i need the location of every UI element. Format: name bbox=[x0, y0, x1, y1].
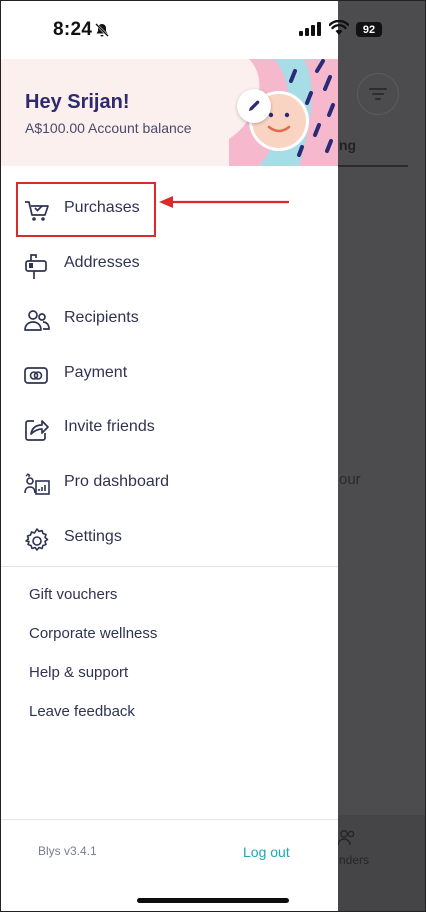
menu-item-invite-friends[interactable]: Invite friends bbox=[1, 407, 338, 451]
background-tab-underline bbox=[338, 165, 408, 167]
annotation-arrow-icon bbox=[159, 196, 289, 208]
bell-muted-icon bbox=[95, 23, 109, 37]
greeting-title: Hey Srijan! bbox=[25, 91, 130, 113]
menu-item-pro-dashboard[interactable]: Pro dashboard bbox=[1, 462, 338, 506]
menu-item-payment[interactable]: Payment bbox=[1, 353, 338, 397]
background-tab-text: ng bbox=[339, 137, 357, 153]
status-time: 8:24 bbox=[53, 19, 93, 40]
footer-divider bbox=[1, 819, 338, 820]
menu-item-addresses[interactable]: Addresses bbox=[1, 243, 338, 287]
share-icon bbox=[25, 420, 49, 441]
menu-label: Addresses bbox=[64, 254, 140, 271]
link-gift-vouchers[interactable]: Gift vouchers bbox=[29, 586, 117, 603]
link-help-support[interactable]: Help & support bbox=[29, 664, 128, 681]
pencil-icon bbox=[249, 100, 260, 111]
navigation-drawer: Hey Srijan! A$100.00 Account balance Pur… bbox=[1, 1, 338, 911]
menu-label: Settings bbox=[64, 528, 122, 545]
dashboard-icon bbox=[24, 473, 50, 495]
link-leave-feedback[interactable]: Leave feedback bbox=[29, 703, 135, 720]
link-corporate-wellness[interactable]: Corporate wellness bbox=[29, 625, 157, 642]
account-balance: A$100.00 Account balance bbox=[25, 120, 192, 136]
mailbox-icon bbox=[25, 254, 47, 279]
gear-icon bbox=[25, 528, 49, 551]
menu-label: Recipients bbox=[64, 309, 139, 326]
menu-label: Pro dashboard bbox=[64, 473, 169, 490]
edit-profile-button[interactable] bbox=[237, 89, 271, 123]
wifi-icon bbox=[329, 20, 349, 35]
background-nav-label: nders bbox=[339, 853, 370, 867]
menu-item-settings[interactable]: Settings bbox=[1, 517, 338, 561]
status-bar: 8:24 92 bbox=[1, 1, 425, 59]
home-indicator[interactable] bbox=[137, 898, 289, 903]
users-icon bbox=[24, 310, 50, 331]
logout-button[interactable]: Log out bbox=[243, 844, 290, 860]
app-version: Blys v3.4.1 bbox=[38, 844, 97, 858]
menu-label: Invite friends bbox=[64, 418, 155, 435]
app-frame: ng our nders Hey Srijan! A$100.00 Accoun… bbox=[0, 0, 426, 912]
filter-icon bbox=[357, 73, 399, 115]
background-body-text: our bbox=[339, 471, 361, 488]
battery-indicator: 92 bbox=[356, 22, 382, 37]
card-icon bbox=[24, 367, 48, 384]
profile-header: Hey Srijan! A$100.00 Account balance bbox=[1, 59, 338, 166]
users-nav-icon bbox=[337, 830, 355, 846]
menu-divider bbox=[1, 566, 338, 567]
menu-label: Payment bbox=[64, 364, 128, 381]
cell-signal-icon bbox=[299, 22, 321, 36]
annotation-highlight-box bbox=[16, 182, 156, 237]
menu-item-recipients[interactable]: Recipients bbox=[1, 298, 338, 342]
